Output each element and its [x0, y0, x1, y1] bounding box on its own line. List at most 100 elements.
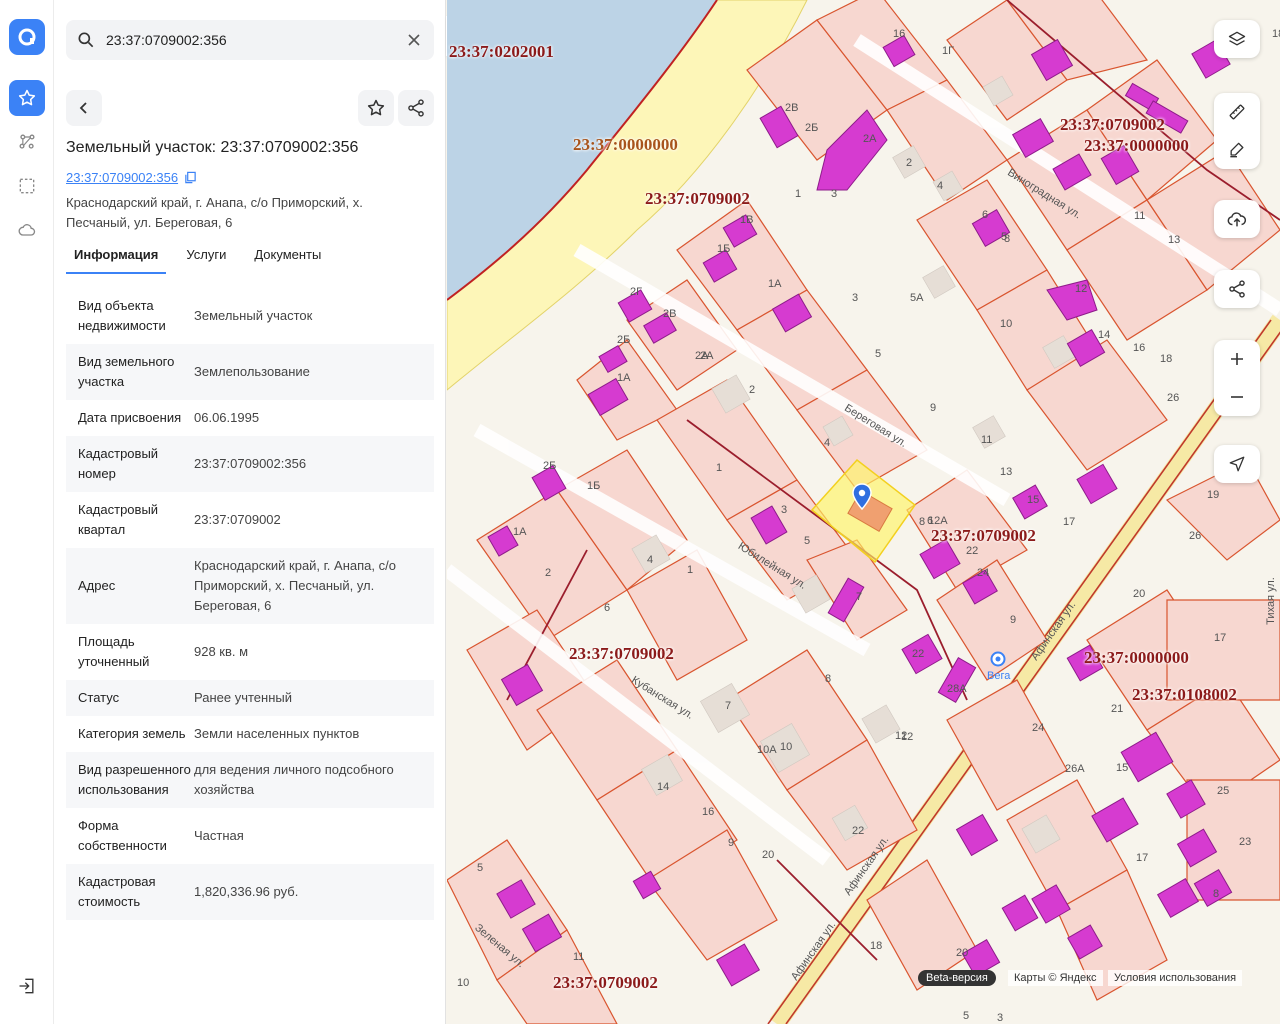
- info-row-value: 928 кв. м: [194, 644, 249, 659]
- cadastral-number-text[interactable]: 23:37:0709002:356: [66, 170, 178, 185]
- copy-icon[interactable]: [184, 171, 197, 184]
- quarter-label: 23:37:0709002: [553, 973, 658, 992]
- favorite-button[interactable]: [358, 90, 394, 126]
- cadastral-number-link[interactable]: 23:37:0709002:356: [66, 170, 197, 185]
- info-row: Дата присвоения 06.06.1995: [66, 400, 434, 436]
- zoom-control: [1214, 340, 1260, 416]
- edit-button[interactable]: [1214, 131, 1260, 169]
- house-number: 28А: [947, 683, 967, 695]
- favorites-button[interactable]: [9, 80, 45, 116]
- house-number: 2В: [663, 308, 677, 320]
- house-number: 6: [982, 209, 989, 221]
- house-number: 2А: [700, 350, 714, 362]
- geolocation-control: [1214, 445, 1260, 483]
- poi-label[interactable]: Вега: [987, 670, 1010, 682]
- share-icon: [408, 99, 424, 117]
- clear-search-button[interactable]: [396, 20, 432, 60]
- house-number: 7: [725, 700, 732, 712]
- tab-documents[interactable]: Документы: [246, 244, 329, 274]
- house-number: 2Б: [805, 122, 819, 134]
- quarter-label: 23:37:0000000: [1084, 136, 1189, 155]
- house-number: 20: [956, 947, 969, 959]
- info-row-value: 23:37:0709002:356: [194, 456, 307, 471]
- info-row-label: Категория земель: [78, 726, 186, 741]
- info-row: Площадь уточненный 928 кв. м: [66, 624, 434, 680]
- house-number: 17: [1214, 632, 1227, 644]
- map-share-button[interactable]: [1214, 270, 1260, 308]
- tab-information[interactable]: Информация: [66, 244, 167, 274]
- house-number: 21: [1111, 703, 1124, 715]
- house-number: 7: [856, 591, 863, 603]
- house-number: 2А: [863, 133, 877, 145]
- house-number: 1Б: [587, 480, 601, 492]
- app-logo[interactable]: [9, 19, 45, 55]
- poi-icon[interactable]: [990, 651, 1006, 667]
- house-number: 17: [1136, 852, 1149, 864]
- house-number: 20: [1133, 588, 1146, 600]
- info-row-value: 23:37:0709002: [194, 512, 281, 527]
- ruler-button[interactable]: [1214, 93, 1260, 131]
- info-row-value: 1,820,336.96 руб.: [194, 884, 299, 899]
- info-row-value: 06.06.1995: [194, 410, 260, 425]
- info-row-value: Ранее учтенный: [194, 690, 292, 705]
- house-number: 18: [870, 940, 883, 952]
- search-input[interactable]: [106, 32, 396, 48]
- house-number: 3: [997, 1012, 1004, 1024]
- house-number: 1Г: [942, 45, 955, 57]
- back-button[interactable]: [66, 90, 102, 126]
- house-number: 22: [852, 825, 865, 837]
- zoom-in-button[interactable]: [1214, 340, 1260, 378]
- house-number: 24: [977, 567, 990, 579]
- quarter-label: 23:37:0108002: [1132, 685, 1237, 704]
- nodes-icon: [19, 134, 35, 149]
- house-number: 26А: [1065, 763, 1085, 775]
- routes-button[interactable]: [9, 124, 45, 160]
- plus-icon: [1231, 353, 1243, 365]
- house-number: 17: [1063, 516, 1076, 528]
- house-number: 22: [966, 545, 979, 557]
- zoom-out-button[interactable]: [1214, 378, 1260, 416]
- house-number: 24: [1032, 722, 1045, 734]
- location-pin-icon: [852, 483, 872, 511]
- quarter-label: 23:37:0000000: [1084, 648, 1189, 667]
- logout-button[interactable]: [9, 968, 45, 1004]
- chevron-left-icon: [79, 102, 87, 114]
- cloud-button[interactable]: [9, 212, 45, 248]
- house-number: 3: [831, 188, 838, 200]
- house-number: 5: [804, 535, 811, 547]
- share-button[interactable]: [398, 90, 434, 126]
- house-number: 20: [762, 849, 775, 861]
- search-icon: [66, 20, 106, 60]
- geolocation-button[interactable]: [1214, 445, 1260, 483]
- house-number: 12: [1075, 283, 1088, 295]
- tab-services[interactable]: Услуги: [178, 244, 234, 274]
- quarter-label: 23:37:0000000: [573, 135, 678, 154]
- map-copyright[interactable]: Карты © Яндекс: [1008, 970, 1103, 986]
- upload-button[interactable]: [1214, 200, 1260, 238]
- star-icon: [367, 99, 385, 116]
- share-icon: [1229, 280, 1245, 298]
- info-row: Кадастровый квартал 23:37:0709002: [66, 492, 434, 548]
- house-number: 2: [545, 567, 552, 579]
- house-number: 15: [1027, 494, 1040, 506]
- house-number: 1А: [768, 278, 782, 290]
- cloud-upload-icon: [1227, 212, 1247, 227]
- info-table: Вид объекта недвижимости Земельный участо…: [66, 288, 434, 920]
- house-number: 9: [1010, 614, 1017, 626]
- house-number: 2В: [785, 102, 799, 114]
- house-number: 11: [573, 951, 585, 963]
- house-number: 16: [1133, 342, 1146, 354]
- house-number: 3: [781, 504, 788, 516]
- terms-link[interactable]: Условия использования: [1108, 970, 1243, 986]
- house-number: 12А: [928, 515, 948, 527]
- house-number: 4: [824, 437, 831, 449]
- house-number: 16: [702, 806, 715, 818]
- layers-button[interactable]: [1214, 20, 1260, 58]
- house-number: 8: [919, 516, 926, 528]
- info-row-value: для ведения личного подсобного хозяйства: [194, 762, 394, 797]
- cadastral-map[interactable]: 23:37:0202001 23:37:0000000 23:37:070900…: [447, 0, 1280, 1024]
- house-number: 16: [893, 28, 906, 40]
- beta-badge: Beta-версия: [918, 970, 996, 986]
- select-area-button[interactable]: [9, 168, 45, 204]
- info-row-value: Землепользование: [194, 364, 310, 379]
